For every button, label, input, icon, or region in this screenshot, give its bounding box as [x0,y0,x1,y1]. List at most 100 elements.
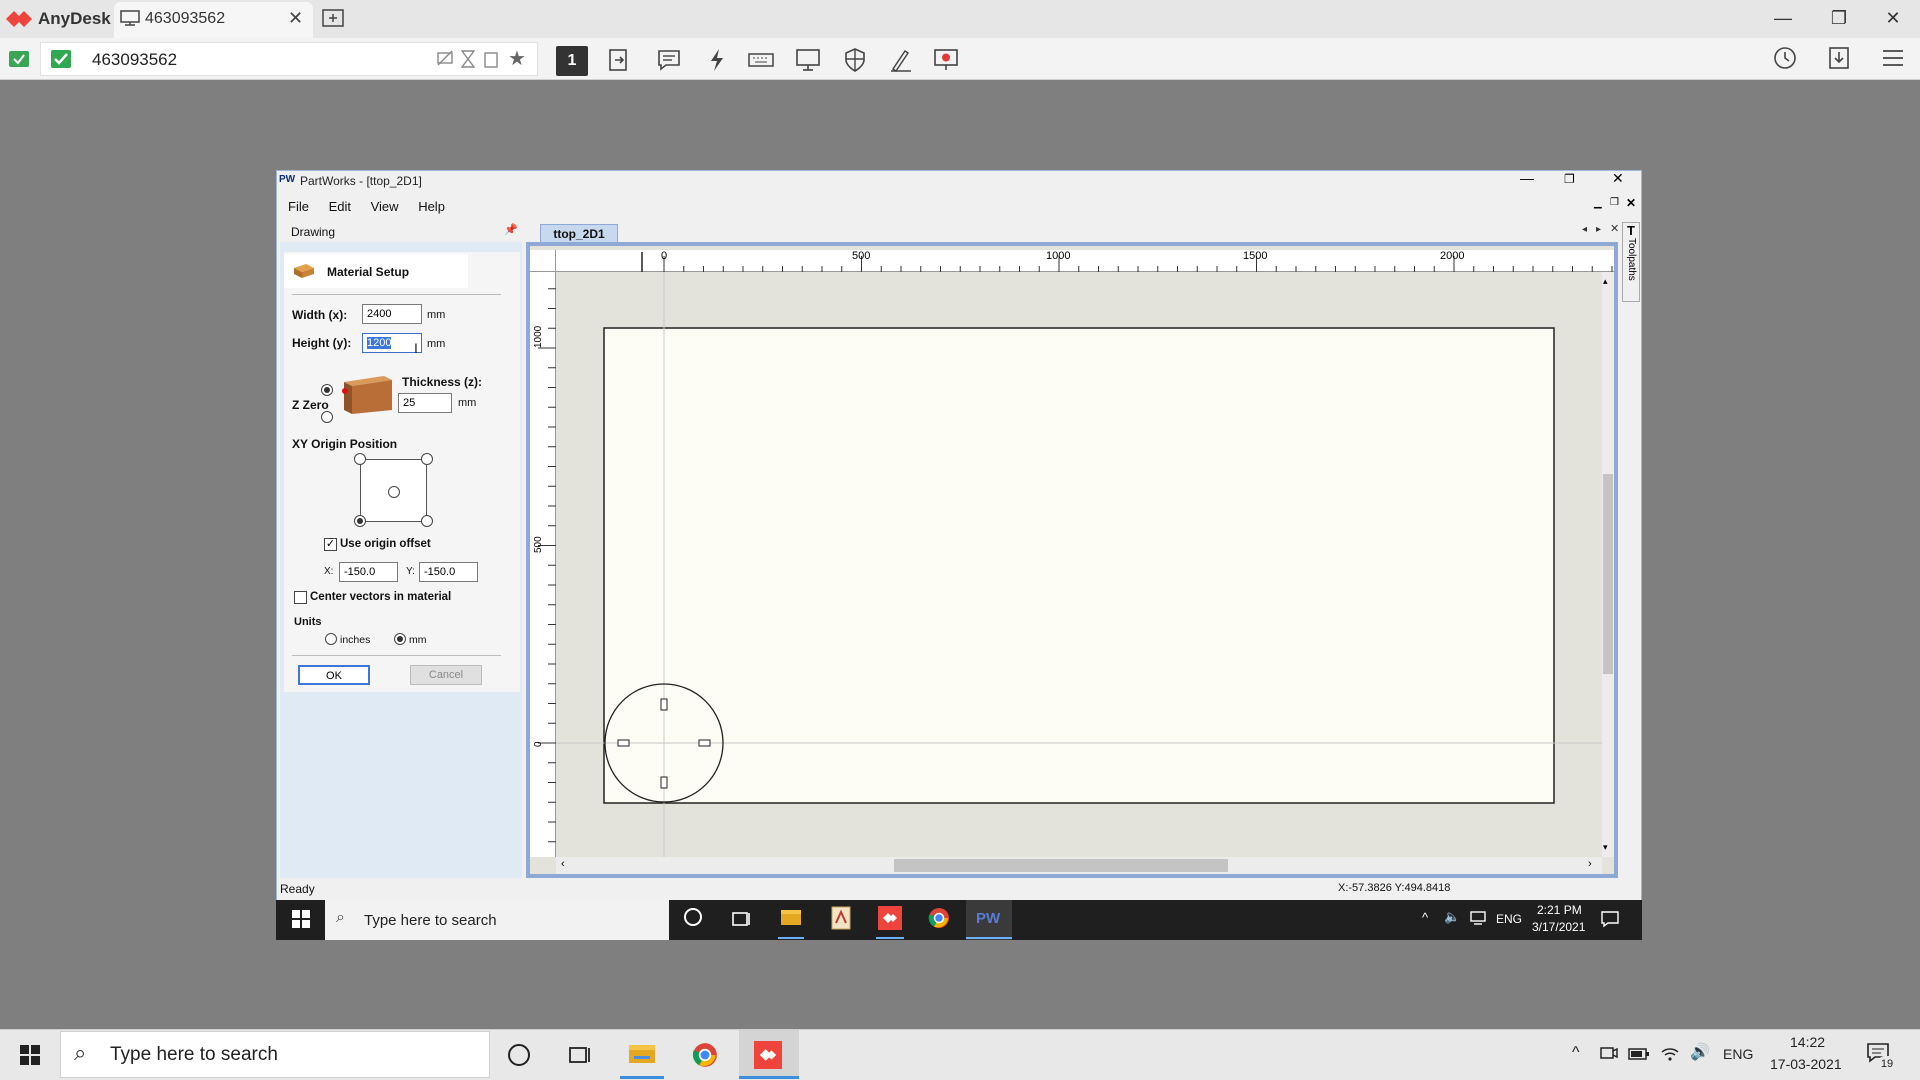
scroll-up-icon[interactable]: ▴ [1603,276,1608,287]
height-input[interactable]: 1200 [362,333,422,353]
tab-close-icon[interactable]: ✕ [288,8,303,29]
tab-scroll-right-icon[interactable]: ▸ [1596,224,1601,235]
hamburger-menu-icon[interactable] [1880,45,1906,71]
cortana-icon[interactable] [508,1044,530,1066]
remote-network-icon[interactable] [1470,911,1486,925]
remote-chrome-icon[interactable] [928,907,950,929]
windows-start-icon[interactable] [20,1045,40,1065]
download-icon[interactable] [1826,45,1852,71]
clock-time[interactable]: 14:22 [1790,1034,1825,1050]
menu-edit[interactable]: Edit [329,199,351,214]
tab-close-icon[interactable]: ✕ [1610,222,1619,235]
remote-windows-start-icon[interactable] [292,910,310,928]
cancel-button[interactable]: Cancel [410,665,482,685]
anydesk-taskbar-icon[interactable] [754,1041,782,1069]
clipboard-icon[interactable] [484,50,498,68]
actions-lightning-icon[interactable] [704,47,730,73]
chrome-icon[interactable] [692,1042,718,1068]
scroll-left-icon[interactable]: ‹ [561,858,565,870]
remote-clock-time[interactable]: 2:21 PM [1537,903,1582,917]
remote-language[interactable]: ENG [1496,912,1522,926]
pw-menubar: File Edit View Help [288,199,461,214]
monitor-1-button[interactable]: 1 [556,46,588,76]
origin-bottom-right-radio[interactable] [421,515,433,527]
use-origin-offset-label: Use origin offset [340,538,431,550]
pw-restore-icon[interactable]: ❐ [1564,172,1575,186]
use-origin-offset-checkbox[interactable]: ✓ [324,538,337,551]
thickness-input[interactable]: 25 [398,393,452,413]
remote-volume-icon[interactable]: 🔈 [1444,909,1460,925]
y-offset-label: Y: [406,566,415,577]
ok-button[interactable]: OK [298,665,370,685]
history-icon[interactable] [1772,45,1798,71]
favorite-star-icon[interactable]: ★ [508,46,526,71]
app-name: AnyDesk [38,9,111,28]
x-offset-input[interactable]: -150.0 [339,562,398,582]
height-input-value: 1200 [367,337,392,349]
meet-now-icon[interactable] [1600,1044,1618,1064]
vertical-scroll-thumb[interactable] [1603,474,1613,674]
ruler-top-label-1000: 1000 [1046,250,1071,262]
horizontal-scroll-thumb[interactable] [894,859,1228,872]
menu-file[interactable]: File [288,199,309,214]
explorer-active-indicator [620,1076,664,1079]
y-offset-input[interactable]: -150.0 [419,562,478,582]
record-session-icon[interactable] [933,47,959,73]
doc-minimize-icon[interactable]: ▁ [1594,198,1602,209]
pw-close-icon[interactable]: ✕ [1612,170,1624,187]
doc-tab[interactable]: ttop_2D1 [540,224,618,244]
connection-icon[interactable] [8,48,30,70]
task-view-icon[interactable] [568,1044,592,1066]
battery-icon[interactable] [1628,1047,1650,1061]
remote-tray-chevron-icon[interactable]: ^ [1422,910,1428,925]
menu-help[interactable]: Help [418,199,445,214]
file-transfer-icon[interactable] [606,47,632,73]
keyboard-icon[interactable] [748,47,774,73]
menu-view[interactable]: View [371,199,399,214]
doc-restore-icon[interactable]: ❐ [1610,197,1619,208]
units-mm-radio[interactable] [394,633,406,645]
minimize-icon[interactable]: — [1768,8,1798,29]
z-zero-bottom-radio[interactable] [321,411,333,423]
display-icon[interactable] [795,47,821,73]
remote-notifications-icon[interactable] [1601,910,1619,928]
file-explorer-icon[interactable] [628,1042,656,1066]
center-vectors-checkbox[interactable] [294,591,307,604]
restore-icon[interactable]: ❐ [1824,8,1854,29]
doc-close-icon[interactable]: ✕ [1626,196,1636,210]
remote-clock-date[interactable]: 3/17/2021 [1532,920,1585,934]
language-indicator[interactable]: ENG [1723,1046,1753,1062]
remote-document-app-icon[interactable] [830,906,852,930]
origin-bottom-left-radio[interactable] [354,515,366,527]
chat-icon[interactable] [656,47,682,73]
pin-icon[interactable]: 📌 [504,223,518,236]
new-tab-icon[interactable] [322,9,344,29]
toolpaths-side-tab[interactable]: T Toolpaths [1622,222,1640,302]
remote-task-view-icon[interactable] [731,909,751,929]
scroll-right-icon[interactable]: › [1588,858,1592,870]
remote-file-explorer-icon[interactable] [780,907,802,927]
width-label: Width (x): [292,308,348,322]
pw-minimize-icon[interactable]: — [1520,170,1534,186]
close-icon[interactable]: ✕ [1878,8,1908,29]
z-zero-top-radio[interactable] [321,384,333,396]
volume-icon[interactable]: 🔊 [1690,1042,1710,1062]
drawing-surface[interactable] [556,272,1604,857]
privacy-icon[interactable] [436,50,454,68]
hourglass-icon[interactable] [460,50,476,68]
permissions-shield-icon[interactable] [842,47,868,73]
width-input[interactable]: 2400 [362,304,422,324]
wifi-icon[interactable] [1660,1044,1680,1062]
whiteboard-pen-icon[interactable] [888,47,914,73]
origin-top-right-radio[interactable] [421,453,433,465]
tray-chevron-icon[interactable]: ^ [1572,1044,1580,1062]
tab-scroll-left-icon[interactable]: ◂ [1582,224,1587,235]
origin-center-radio[interactable] [388,486,400,498]
clock-date[interactable]: 17-03-2021 [1770,1056,1842,1072]
origin-top-left-radio[interactable] [354,453,366,465]
scroll-down-icon[interactable]: ▾ [1603,842,1608,853]
units-inches-radio[interactable] [325,633,337,645]
remote-anydesk-icon[interactable] [878,906,902,930]
remote-cortana-icon[interactable] [684,908,702,926]
pw-window-title: PartWorks - [ttop_2D1] [300,174,422,188]
